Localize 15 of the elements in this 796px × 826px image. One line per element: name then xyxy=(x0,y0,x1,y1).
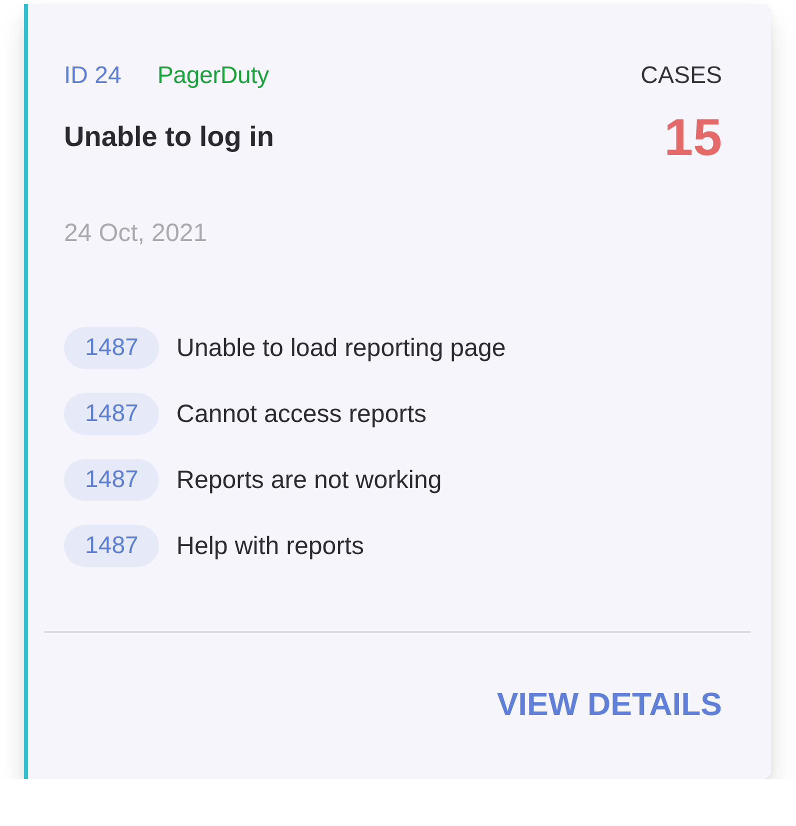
ticket-title: Unable to load reporting page xyxy=(176,333,506,364)
ticket-title: Help with reports xyxy=(176,531,364,562)
source-label: PagerDuty xyxy=(157,61,269,91)
ticket-number: 1487 xyxy=(64,525,160,567)
issue-title: Unable to log in xyxy=(64,120,274,154)
cases-label: CASES xyxy=(640,61,722,91)
issue-date: 24 Oct, 2021 xyxy=(64,218,208,249)
ticket-title: Cannot access reports xyxy=(176,399,427,430)
cases-count: 15 xyxy=(664,110,722,166)
ticket-number: 1487 xyxy=(64,459,160,501)
ticket-title: Reports are not working xyxy=(176,465,442,496)
ticket-number: 1487 xyxy=(64,327,160,369)
view-details-link[interactable]: VIEW DETAILS xyxy=(496,684,722,724)
ticket-number: 1487 xyxy=(64,393,160,435)
issue-id: ID 24 xyxy=(64,61,122,91)
